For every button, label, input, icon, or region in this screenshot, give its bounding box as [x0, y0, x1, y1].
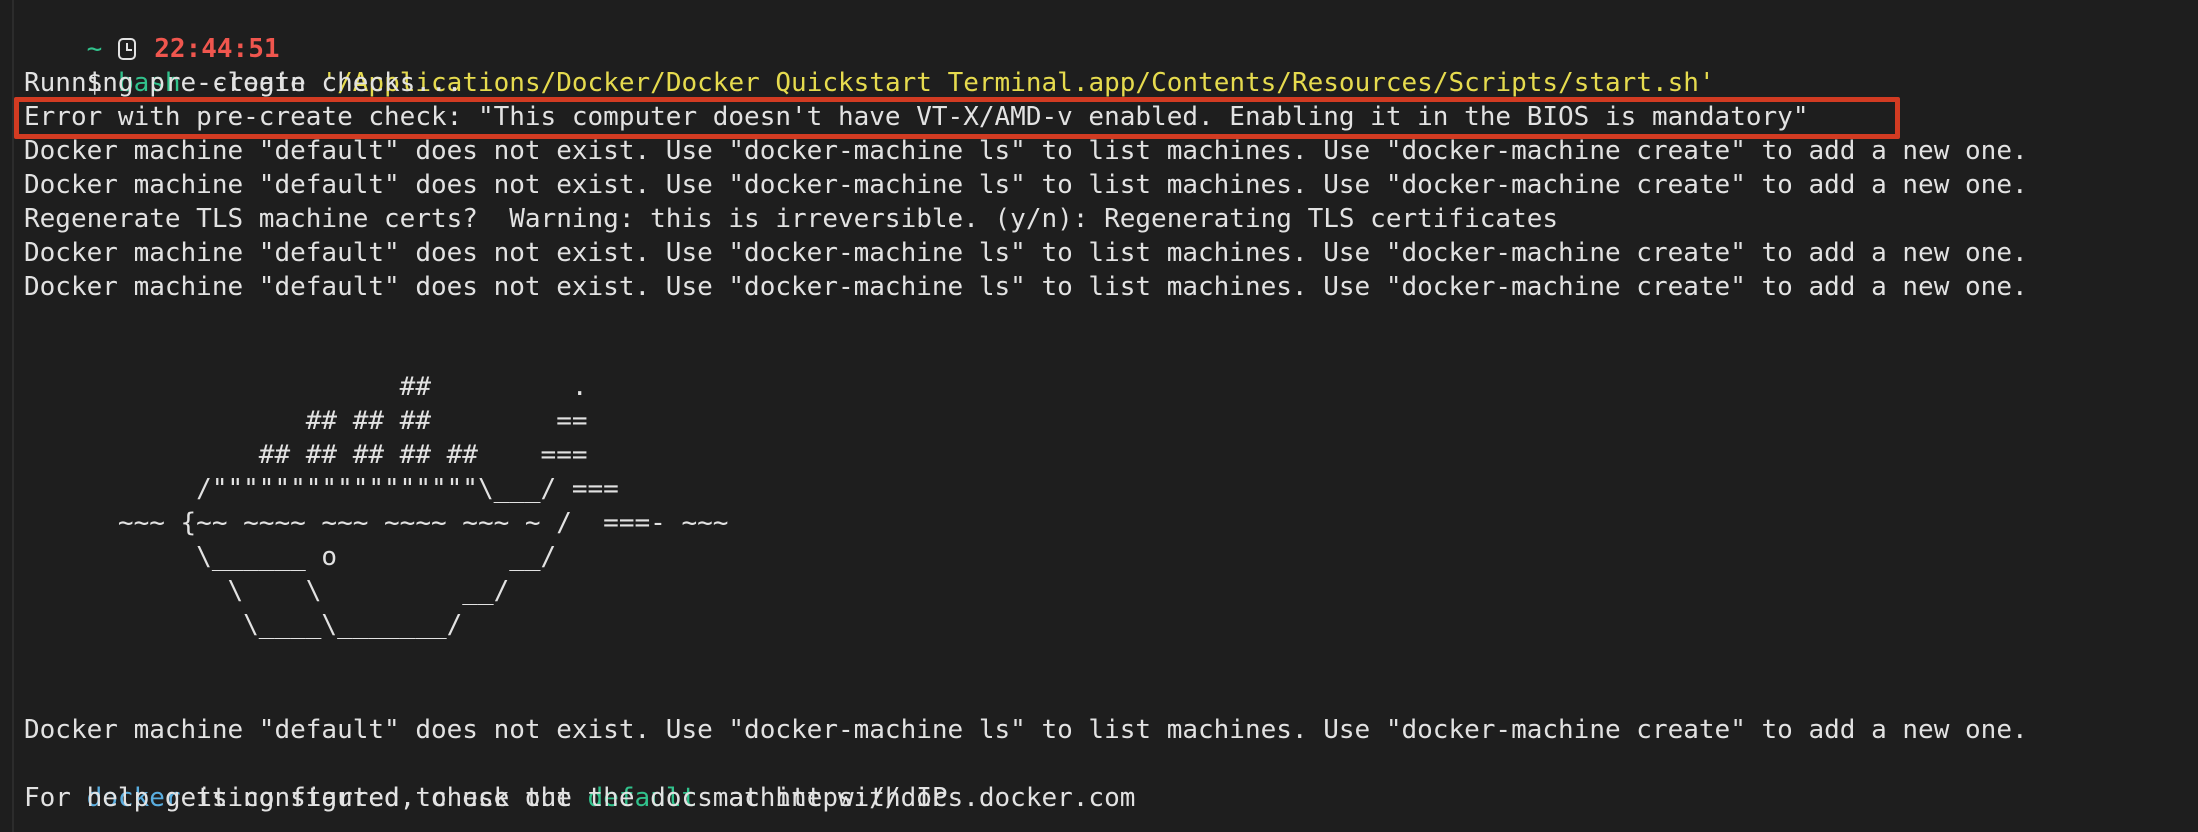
command-path: '/Applications/Docker/Docker Quickstart …	[321, 68, 1715, 98]
terminal-window[interactable]: ~22:44:51 $ bash --login '/Applications/…	[0, 0, 2198, 832]
output-running-checks: Running pre-create checks...	[24, 68, 463, 98]
left-gutter	[12, 0, 14, 832]
command-line: $ bash --login '/Applications/Docker/Doc…	[24, 32, 1715, 98]
output-help-line: For help getting started, check out the …	[24, 783, 1136, 813]
output-not-exist-1: Docker machine "default" does not exist.…	[24, 136, 2028, 166]
output-configured-line: docker is configured to use the default …	[24, 747, 948, 813]
output-error-line: Error with pre-create check: "This compu…	[24, 102, 1809, 132]
prompt-status-line: ~22:44:51	[24, 0, 280, 64]
output-not-exist-2: Docker machine "default" does not exist.…	[24, 170, 2028, 200]
output-not-exist-3: Docker machine "default" does not exist.…	[24, 238, 2028, 268]
output-not-exist-5: Docker machine "default" does not exist.…	[24, 715, 2028, 745]
docker-whale-ascii-art: ## . ## ## ## == ## ## ## ## ## === /"""…	[117, 372, 729, 640]
output-not-exist-4: Docker machine "default" does not exist.…	[24, 272, 2028, 302]
output-regenerate-certs: Regenerate TLS machine certs? Warning: t…	[24, 204, 1559, 234]
